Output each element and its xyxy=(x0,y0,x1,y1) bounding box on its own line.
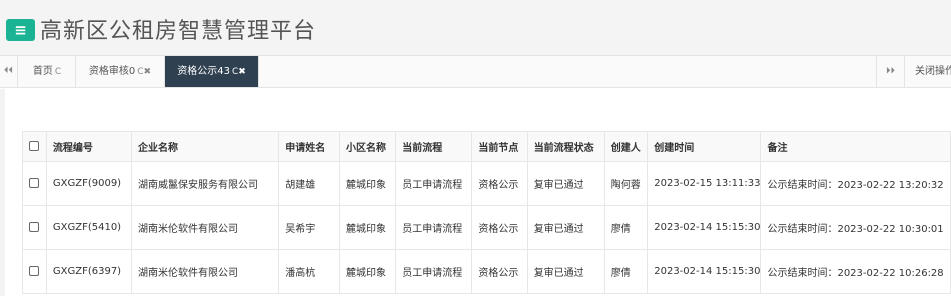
table-cell: 员工申请流程 xyxy=(395,205,473,250)
column-header[interactable]: 当前流程 xyxy=(395,131,473,162)
column-header[interactable]: 流程编号 xyxy=(45,131,133,162)
app-header: ≡ 高新区公租房智慧管理平台 xyxy=(0,0,951,55)
checkbox-icon[interactable] xyxy=(29,222,40,232)
table-cell: 公示结束时间：2023-02-22 10:26:28 xyxy=(760,249,951,294)
column-header[interactable]: 当前流程状态 xyxy=(526,131,605,162)
table-cell: GXGZF(5410) xyxy=(45,205,133,250)
table-cell: 复审已通过 xyxy=(526,249,605,294)
table-cell: 复审已通过 xyxy=(526,161,605,206)
row-checkbox[interactable] xyxy=(22,249,47,294)
table-cell: 湖南威鬣保安服务有限公司 xyxy=(130,161,280,206)
table-cell: 吴希宇 xyxy=(278,205,341,250)
table-cell: 陶何蓉 xyxy=(603,161,649,206)
refresh-close-icon[interactable]: C✖ xyxy=(137,67,151,77)
table-cell: 湖南米伦软件有限公司 xyxy=(130,205,280,250)
tab-label: 资格审核0 xyxy=(88,66,136,77)
table-cell: 员工申请流程 xyxy=(395,161,473,206)
table-row[interactable]: GXGZF(5410) 湖南米伦软件有限公司 吴希宇 麓城印象 员工申请流程 资… xyxy=(22,205,951,250)
tab-home[interactable]: 首页 C xyxy=(19,56,76,87)
tab-bar: ⏴⏴ 首页 C 资格审核0 C✖ 资格公示43 C✖ ⏵⏵ 关闭操作 xyxy=(0,55,951,88)
left-gutter xyxy=(0,89,5,296)
tab-qualification-publicity[interactable]: 资格公示43 C✖ xyxy=(165,56,259,87)
checkbox-icon[interactable] xyxy=(29,178,40,188)
data-table: 流程编号 企业名称 申请姓名 小区名称 当前流程 当前节点 当前流程状态 创建人… xyxy=(22,131,951,294)
table-cell: 胡建雄 xyxy=(278,161,341,206)
table-header-row: 流程编号 企业名称 申请姓名 小区名称 当前流程 当前节点 当前流程状态 创建人… xyxy=(22,131,951,162)
tab-qualification-review[interactable]: 资格审核0 C✖ xyxy=(76,56,165,87)
table-cell: 公示结束时间：2023-02-22 13:20:32 xyxy=(760,161,951,206)
table-row[interactable]: GXGZF(9009) 湖南威鬣保安服务有限公司 胡建雄 麓城印象 员工申请流程… xyxy=(22,161,951,206)
content-area: 流程编号 企业名称 申请姓名 小区名称 当前流程 当前节点 当前流程状态 创建人… xyxy=(0,89,951,296)
tab-label: 资格公示43 xyxy=(177,66,230,77)
table-cell: 公示结束时间：2023-02-22 10:30:01 xyxy=(760,205,951,250)
table-cell: 资格公示 xyxy=(471,161,528,206)
menu-toggle-icon[interactable]: ≡ xyxy=(6,19,35,41)
table-cell: 2023-02-15 13:11:33 xyxy=(647,161,762,206)
app-title: 高新区公租房智慧管理平台 xyxy=(40,19,317,44)
row-checkbox[interactable] xyxy=(22,205,47,250)
table-cell: 麓城印象 xyxy=(339,205,397,250)
tab-label: 首页 xyxy=(32,66,53,77)
checkbox-icon[interactable] xyxy=(29,141,40,151)
table-cell: 资格公示 xyxy=(471,205,528,250)
table-cell: 复审已通过 xyxy=(526,205,605,250)
table-cell: 潘高杭 xyxy=(278,249,341,294)
table-cell: GXGZF(6397) xyxy=(45,249,133,294)
table-cell: GXGZF(9009) xyxy=(45,161,133,206)
checkbox-icon[interactable] xyxy=(29,266,40,276)
table-cell: 2023-02-14 15:15:30 xyxy=(647,249,762,294)
row-checkbox[interactable] xyxy=(22,161,47,206)
tab-scroll-right-icon[interactable]: ⏵⏵ xyxy=(876,56,904,87)
column-header[interactable]: 创建时间 xyxy=(647,131,762,162)
column-header[interactable]: 企业名称 xyxy=(130,131,280,162)
table-cell: 麓城印象 xyxy=(339,161,397,206)
table-cell: 麓城印象 xyxy=(339,249,397,294)
column-header[interactable]: 备注 xyxy=(760,131,951,162)
table-cell: 廖倩 xyxy=(603,205,649,250)
table-cell: 2023-02-14 15:15:30 xyxy=(647,205,762,250)
column-header[interactable]: 当前节点 xyxy=(471,131,528,162)
tab-scroll-left-icon[interactable]: ⏴⏴ xyxy=(0,56,18,87)
table-cell: 湖南米伦软件有限公司 xyxy=(130,249,280,294)
table-cell: 员工申请流程 xyxy=(395,249,473,294)
column-header[interactable]: 创建人 xyxy=(603,131,649,162)
column-header[interactable]: 申请姓名 xyxy=(278,131,341,162)
table-row[interactable]: GXGZF(6397) 湖南米伦软件有限公司 潘高杭 麓城印象 员工申请流程 资… xyxy=(22,249,951,294)
column-header[interactable]: 小区名称 xyxy=(339,131,397,162)
table-cell: 廖倩 xyxy=(603,249,649,294)
table-cell: 资格公示 xyxy=(471,249,528,294)
refresh-icon[interactable]: C xyxy=(55,67,61,77)
select-all-checkbox[interactable] xyxy=(22,131,47,162)
close-operations-button[interactable]: 关闭操作 xyxy=(904,56,951,87)
refresh-close-icon[interactable]: C✖ xyxy=(232,67,246,77)
